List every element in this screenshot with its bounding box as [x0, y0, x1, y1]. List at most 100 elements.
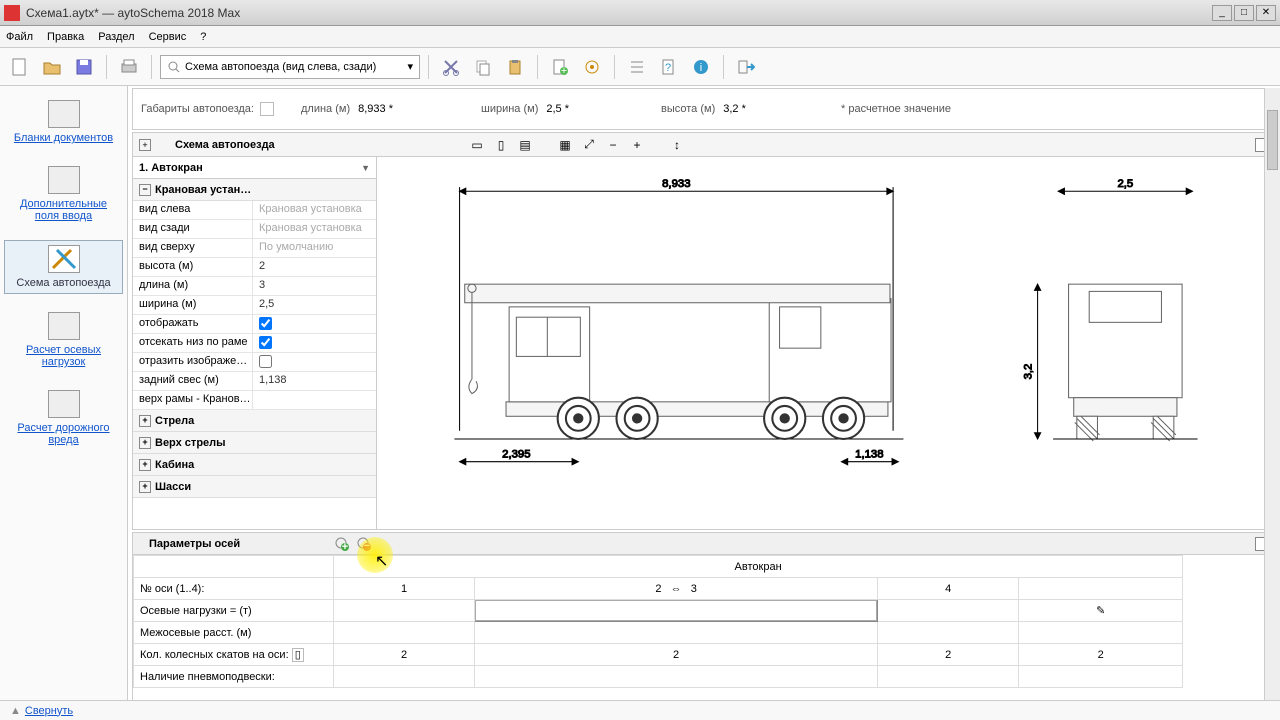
toolbar: Схема автопоезда (вид слева, сзади) ▾ + …: [0, 48, 1280, 86]
load-cell-3[interactable]: [878, 600, 1019, 622]
help-button[interactable]: ?: [655, 53, 683, 81]
prop-row[interactable]: высота (м)2: [133, 258, 376, 277]
prop-row[interactable]: задний свес (м)1,138: [133, 372, 376, 391]
prop-row[interactable]: вид сверхуПо умолчанию: [133, 239, 376, 258]
open-file-button[interactable]: [38, 53, 66, 81]
vehicle-selector[interactable]: 1. Автокран: [133, 157, 376, 179]
nav-axle-calc[interactable]: Расчет осевых нагрузок: [4, 308, 123, 372]
prop-row[interactable]: длина (м)3: [133, 277, 376, 296]
app-icon: [4, 5, 20, 21]
dim-total: 8,933: [662, 178, 690, 190]
svg-text:i: i: [700, 62, 702, 74]
settings-button[interactable]: [578, 53, 606, 81]
property-grid: 1. Автокран −Крановая устан… вид слеваКр…: [133, 157, 377, 529]
svg-text:1,138: 1,138: [855, 449, 883, 461]
add-axle-button[interactable]: +: [333, 535, 351, 553]
schema-header: + Схема автопоезда ▭ ▯ ▤ ▦ ⤢ − + ↕: [133, 133, 1275, 157]
window-title: Схема1.aytx* — aytoSchema 2018 Max: [26, 6, 1212, 20]
road-icon: [48, 390, 80, 418]
nav-extra-fields[interactable]: Дополнительные поля ввода: [4, 162, 123, 226]
group-shassi[interactable]: +Шасси: [133, 476, 376, 498]
tools-icon: [48, 245, 80, 273]
view-rear-button[interactable]: ▯: [491, 136, 511, 154]
svg-text:2,395: 2,395: [502, 449, 530, 461]
info-button[interactable]: i: [687, 53, 715, 81]
copy-button[interactable]: [469, 53, 497, 81]
svg-text:+: +: [561, 65, 567, 76]
menubar: Файл Правка Раздел Сервис ?: [0, 26, 1280, 48]
maximize-button[interactable]: □: [1234, 5, 1254, 21]
chevron-down-icon: ▾: [407, 60, 413, 73]
group-strela[interactable]: +Стрела: [133, 410, 376, 432]
svg-text:−: −: [364, 540, 370, 552]
axle-panel: Параметры осей + − Автокран № оси (1..4)…: [132, 532, 1276, 718]
menu-service[interactable]: Сервис: [149, 31, 187, 43]
exit-button[interactable]: [732, 53, 760, 81]
nav-schema[interactable]: Схема автопоезда: [4, 240, 123, 294]
zoom-out-button[interactable]: −: [603, 136, 623, 154]
svg-text:?: ?: [665, 62, 671, 74]
dims-label: Габариты автопоезда:: [141, 103, 254, 115]
svg-text:2,5: 2,5: [1117, 178, 1133, 190]
svg-text:+: +: [342, 541, 348, 552]
prop-row[interactable]: ширина (м)2,5: [133, 296, 376, 315]
left-nav: Бланки документов Дополнительные поля вв…: [0, 86, 128, 720]
add-page-button[interactable]: +: [546, 53, 574, 81]
new-file-button[interactable]: [6, 53, 34, 81]
dimensions-bar: Габариты автопоезда: длина (м)8,933 * ши…: [132, 88, 1276, 130]
edit-icon[interactable]: [260, 102, 274, 116]
prop-row[interactable]: отображать: [133, 315, 376, 334]
print-button[interactable]: [115, 53, 143, 81]
view-top-button[interactable]: ▤: [515, 136, 535, 154]
svg-text:3,2: 3,2: [1022, 364, 1034, 380]
ruler-button[interactable]: ↕: [667, 136, 687, 154]
prop-row[interactable]: вид сзадиКрановая установка: [133, 220, 376, 239]
prop-row[interactable]: отсекать низ по раме: [133, 334, 376, 353]
load-edit-icon[interactable]: ✎: [1019, 600, 1183, 622]
titlebar: Схема1.aytx* — aytoSchema 2018 Max _ □ ✕: [0, 0, 1280, 26]
collapse-link[interactable]: Свернуть: [25, 705, 73, 717]
drawing-canvas[interactable]: 8,933 2,395 1,138: [377, 157, 1275, 529]
search-icon: [167, 60, 181, 74]
schema-title: Схема автопоезда: [175, 139, 275, 151]
chevron-up-icon: ▲: [10, 705, 21, 717]
prop-row[interactable]: отразить изображе…: [133, 353, 376, 372]
grid-button[interactable]: ▦: [555, 136, 575, 154]
menu-file[interactable]: Файл: [6, 31, 33, 43]
load-cell-2[interactable]: [475, 600, 878, 622]
menu-section[interactable]: Раздел: [98, 31, 134, 43]
schema-area: + Схема автопоезда ▭ ▯ ▤ ▦ ⤢ − + ↕: [132, 132, 1276, 530]
group-crane[interactable]: −Крановая устан…: [133, 179, 376, 201]
zoom-fit-button[interactable]: ⤢: [579, 136, 599, 154]
wheels-edit-icon[interactable]: ▯: [292, 648, 304, 662]
nav-road-damage[interactable]: Расчет дорожного вреда: [4, 386, 123, 450]
footer: ▲ Свернуть: [0, 700, 1280, 720]
prop-row[interactable]: верх рамы - Кранов…: [133, 391, 376, 410]
view-dropdown-text: Схема автопоезда (вид слева, сзади): [185, 61, 376, 73]
minimize-button[interactable]: _: [1212, 5, 1232, 21]
view-dropdown[interactable]: Схема автопоезда (вид слева, сзади) ▾: [160, 55, 420, 79]
group-kabina[interactable]: +Кабина: [133, 454, 376, 476]
remove-axle-button[interactable]: −: [355, 535, 373, 553]
nav-blanks[interactable]: Бланки документов: [4, 96, 123, 148]
expand-icon[interactable]: +: [139, 139, 151, 151]
close-button[interactable]: ✕: [1256, 5, 1276, 21]
cut-button[interactable]: [437, 53, 465, 81]
save-button[interactable]: [70, 53, 98, 81]
vertical-scrollbar[interactable]: [1264, 88, 1280, 700]
truck-icon: [48, 312, 80, 340]
scrollbar-thumb[interactable]: [1267, 110, 1278, 170]
load-cell-1[interactable]: [334, 600, 475, 622]
menu-edit[interactable]: Правка: [47, 31, 84, 43]
prop-row[interactable]: вид слеваКрановая установка: [133, 201, 376, 220]
list-button[interactable]: [623, 53, 651, 81]
paste-button[interactable]: [501, 53, 529, 81]
axle-panel-header: Параметры осей + −: [133, 533, 1275, 555]
view-side-button[interactable]: ▭: [467, 136, 487, 154]
group-verkh-strely[interactable]: +Верх стрелы: [133, 432, 376, 454]
document-icon: [48, 100, 80, 128]
axle-table: Автокран № оси (1..4): 1 2 ⇔ 3 4 Осевые …: [133, 555, 1275, 688]
zoom-in-button[interactable]: +: [627, 136, 647, 154]
grid-icon: [48, 166, 80, 194]
menu-help[interactable]: ?: [200, 31, 206, 43]
